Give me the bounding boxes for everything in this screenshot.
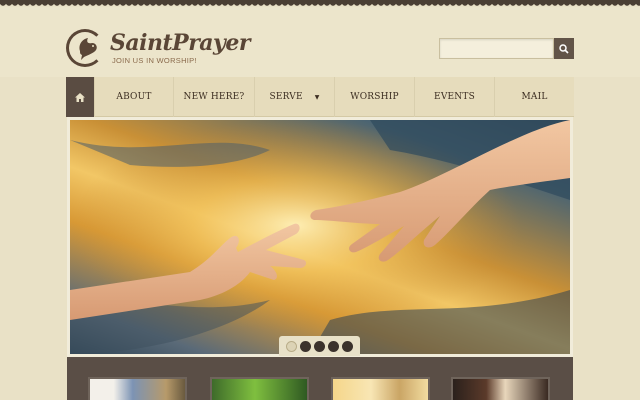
nav-item-label: WORSHIP [350, 92, 399, 102]
hero-slider[interactable] [67, 117, 573, 357]
header: SaintPrayer JOIN US IN WORSHIP! [0, 7, 640, 77]
magnifier-icon [559, 43, 569, 54]
nav-item-serve[interactable]: SERVE ▼ [254, 77, 334, 117]
search-form [439, 38, 574, 59]
brand-name: SaintPrayer [110, 29, 250, 56]
nav-item-events[interactable]: EVENTS [414, 77, 494, 117]
nav-item-worship[interactable]: WORSHIP [334, 77, 414, 117]
nav-item-label: NEW HERE? [183, 92, 245, 102]
nav-item-label: ABOUT [116, 92, 152, 102]
nav-item-about[interactable]: ABOUT [94, 77, 173, 117]
feature-thumbnail[interactable] [88, 377, 187, 400]
feature-thumbnails [67, 357, 573, 400]
slider-dot[interactable] [300, 340, 311, 352]
chevron-down-icon: ▼ [314, 93, 320, 101]
slider-dot[interactable] [342, 340, 353, 352]
slider-dot[interactable] [286, 340, 297, 352]
nav-item-label: EVENTS [434, 92, 475, 102]
nav-home-button[interactable] [66, 77, 94, 117]
logo-text: SaintPrayer JOIN US IN WORSHIP! [110, 32, 250, 65]
nav-item-new-here[interactable]: NEW HERE? [173, 77, 254, 117]
nav-item-label: SERVE [269, 92, 303, 102]
search-button[interactable] [554, 38, 574, 59]
home-icon [75, 92, 85, 102]
main-nav: ABOUT NEW HERE? SERVE ▼ WORSHIP EVENTS MA… [66, 77, 574, 117]
feature-thumbnail[interactable] [331, 377, 430, 400]
slider-dot[interactable] [314, 340, 325, 352]
nav-item-mail[interactable]: MAIL [494, 77, 574, 117]
feature-thumbnail[interactable] [451, 377, 550, 400]
brand-tagline: JOIN US IN WORSHIP! [112, 55, 197, 65]
hero-image [70, 120, 570, 354]
slider-pagination [279, 336, 360, 356]
nav-item-label: MAIL [521, 92, 548, 102]
logo-link[interactable]: SaintPrayer JOIN US IN WORSHIP! [66, 25, 266, 71]
slider-dot[interactable] [328, 340, 339, 352]
search-input[interactable] [439, 38, 554, 59]
feature-thumbnail[interactable] [210, 377, 309, 400]
dove-logo-icon [66, 29, 104, 67]
